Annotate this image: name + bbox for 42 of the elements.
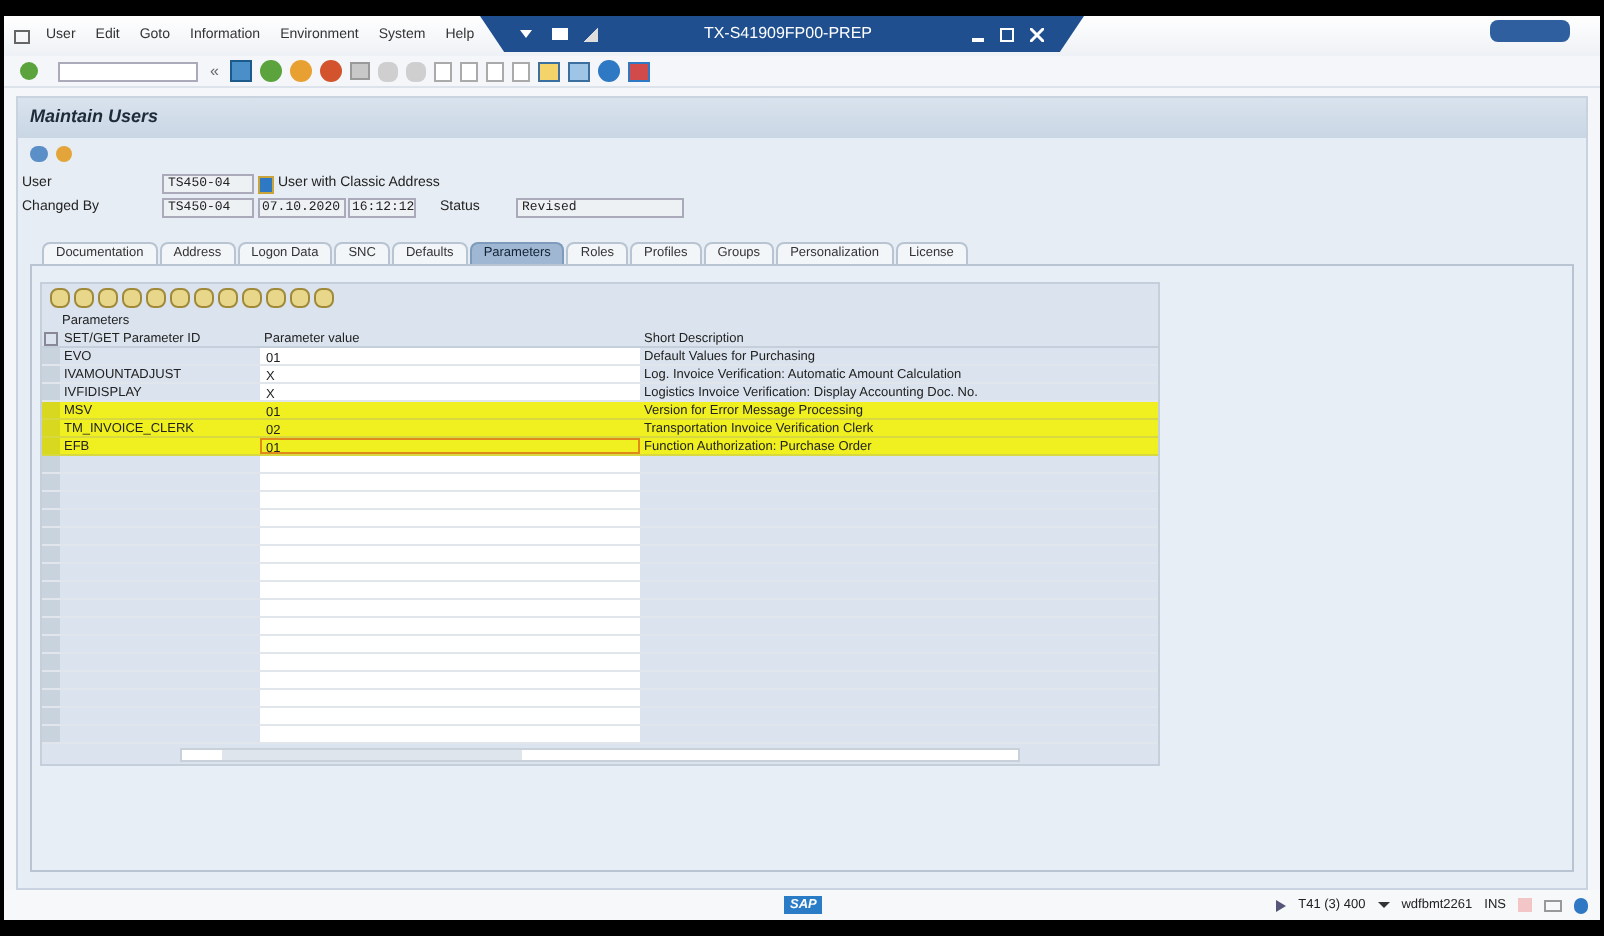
shortcut-icon[interactable] (568, 61, 591, 81)
next-page-icon[interactable] (486, 61, 505, 81)
value-field[interactable] (260, 546, 640, 562)
value-field[interactable] (260, 456, 640, 472)
enter-icon[interactable] (20, 62, 38, 80)
menu-icon[interactable] (14, 29, 30, 43)
minimize-icon[interactable] (972, 37, 984, 41)
first-page-icon[interactable] (434, 61, 453, 81)
play-icon[interactable] (1276, 899, 1287, 911)
value-field[interactable] (260, 528, 640, 544)
info-icon[interactable] (258, 175, 274, 193)
cancel-icon[interactable] (320, 60, 343, 82)
dropdown-icon[interactable] (1377, 902, 1390, 908)
value-field[interactable] (260, 654, 640, 670)
window-title: TX-S41909FP00-PREP (703, 22, 872, 46)
last-page-icon[interactable] (512, 61, 531, 81)
value-field[interactable] (260, 690, 640, 706)
value-field[interactable] (260, 600, 640, 616)
horizontal-scrollbar[interactable] (180, 747, 1020, 761)
value-field[interactable] (260, 564, 640, 580)
back-icon[interactable] (260, 60, 283, 82)
value-field[interactable] (260, 636, 640, 652)
select-all-icon[interactable] (44, 332, 58, 346)
value-field[interactable] (260, 582, 640, 598)
monitor-icon[interactable] (628, 61, 651, 81)
value-field[interactable] (260, 492, 640, 508)
previous-page-icon[interactable] (460, 61, 479, 81)
new-window-icon[interactable] (538, 61, 561, 81)
value-field[interactable] (260, 510, 640, 526)
command-field[interactable] (58, 61, 198, 81)
restore-icon[interactable] (1000, 27, 1014, 41)
close-icon[interactable] (1030, 27, 1044, 41)
exit-icon[interactable] (290, 60, 313, 82)
value-field[interactable] (260, 618, 640, 634)
value-field[interactable] (260, 474, 640, 490)
value-field[interactable] (260, 726, 640, 742)
save-icon[interactable] (230, 60, 253, 82)
collapse-button[interactable]: « (210, 59, 219, 83)
value-field[interactable] (260, 708, 640, 724)
value-field[interactable] (260, 672, 640, 688)
help-icon[interactable] (598, 60, 621, 82)
screen-title: Maintain Users (30, 104, 159, 131)
